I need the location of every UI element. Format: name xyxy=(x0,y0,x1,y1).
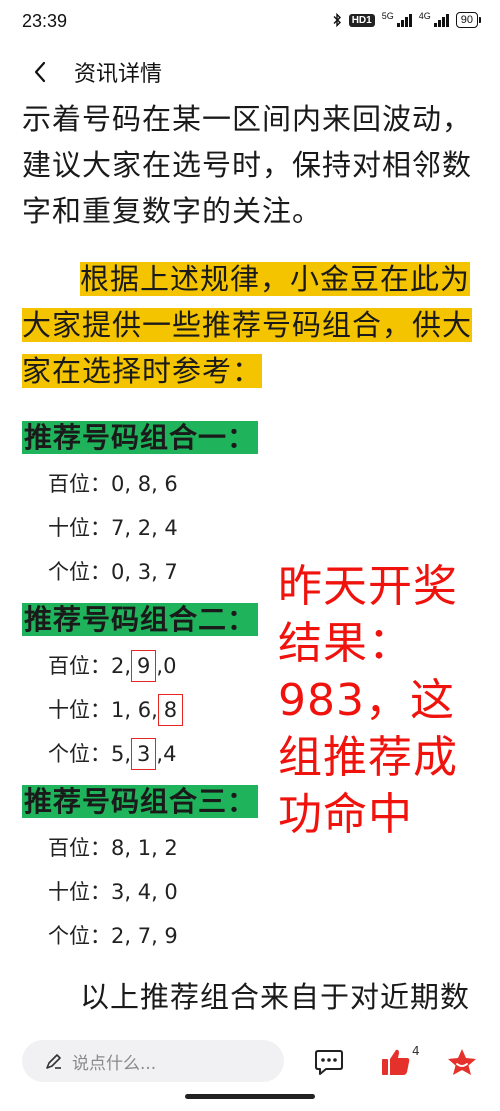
hd-badge: HD1 xyxy=(348,13,375,27)
paragraph-line: 根据上述规律，小金豆在此为 xyxy=(80,262,471,296)
paragraph-line: 家在选择时参考： xyxy=(22,354,263,388)
status-time: 23:39 xyxy=(22,11,68,31)
pen-icon xyxy=(46,1054,61,1069)
annotation-line: 结果： xyxy=(278,618,413,669)
comment-button[interactable] xyxy=(311,1044,347,1080)
bluetooth-icon xyxy=(333,13,341,27)
result-annotation: 昨天开奖 结果： 983，这 组推荐成 功命中 xyxy=(278,558,488,843)
top-nav-bar: 资讯详情 xyxy=(0,44,500,100)
battery-icon: 90 xyxy=(455,12,482,28)
paragraph-line: 以上推荐组合来自于对近期数 xyxy=(80,980,471,1014)
like-button[interactable] xyxy=(378,1044,414,1080)
back-button[interactable] xyxy=(20,52,60,92)
thumbs-up-icon xyxy=(382,1049,410,1075)
group-title: 推荐号码组合一： xyxy=(22,421,259,454)
recommend-row: 十位：7, 2, 4 xyxy=(48,516,178,540)
paragraph-1: 示着号码在某一区间内来回波动， 建议大家在选号时，保持对相邻数 字和重复数字的关… xyxy=(22,96,482,234)
signal-icon-2 xyxy=(433,13,449,27)
chevron-left-icon xyxy=(34,61,46,83)
paragraph-line: 示着号码在某一区间内来回波动， xyxy=(22,102,473,136)
status-icons: HD1 5G 4G 90 xyxy=(332,11,482,28)
hit-digit-box: 3 xyxy=(131,738,157,770)
comment-input[interactable]: 说点什么... xyxy=(22,1040,284,1082)
recommend-row: 百位：0, 8, 6 xyxy=(48,472,178,496)
hit-digit-box: 8 xyxy=(157,694,184,726)
page-title: 资讯详情 xyxy=(74,62,163,87)
annotation-line: 983，这 xyxy=(278,675,455,726)
network-5g-label: 5G xyxy=(381,11,394,21)
comment-placeholder: 说点什么... xyxy=(72,1053,157,1074)
paragraph-line: 建议大家在选号时，保持对相邻数 xyxy=(22,148,473,182)
favorite-button[interactable] xyxy=(444,1044,480,1080)
comment-icon xyxy=(315,1050,343,1075)
paragraph-2-highlighted: 根据上述规律，小金豆在此为 大家提供一些推荐号码组合，供大 家在选择时参考： xyxy=(22,256,482,394)
recommend-row: 个位：2, 7, 9 xyxy=(48,924,178,948)
like-count: 4 xyxy=(412,1044,420,1058)
star-icon xyxy=(448,1049,476,1075)
network-4g-label: 4G xyxy=(418,11,431,21)
annotation-line: 功命中 xyxy=(278,789,413,840)
hit-digit-box: 9 xyxy=(131,650,157,682)
signal-icon xyxy=(396,13,412,27)
paragraph-line: 大家提供一些推荐号码组合，供大 xyxy=(22,308,473,342)
paragraph-line: 字和重复数字的关注。 xyxy=(22,194,323,228)
group-title: 推荐号码组合二： xyxy=(22,603,259,636)
annotation-line: 昨天开奖 xyxy=(278,561,458,612)
recommend-row: 十位：3, 4, 0 xyxy=(48,880,178,904)
home-indicator xyxy=(185,1094,315,1099)
paragraph-3: 以上推荐组合来自于对近期数 xyxy=(22,974,482,1020)
group-title: 推荐号码组合三： xyxy=(22,785,259,818)
annotation-line: 组推荐成 xyxy=(278,732,458,783)
status-bar: 23:39 HD1 5G 4G 90 xyxy=(0,0,500,44)
